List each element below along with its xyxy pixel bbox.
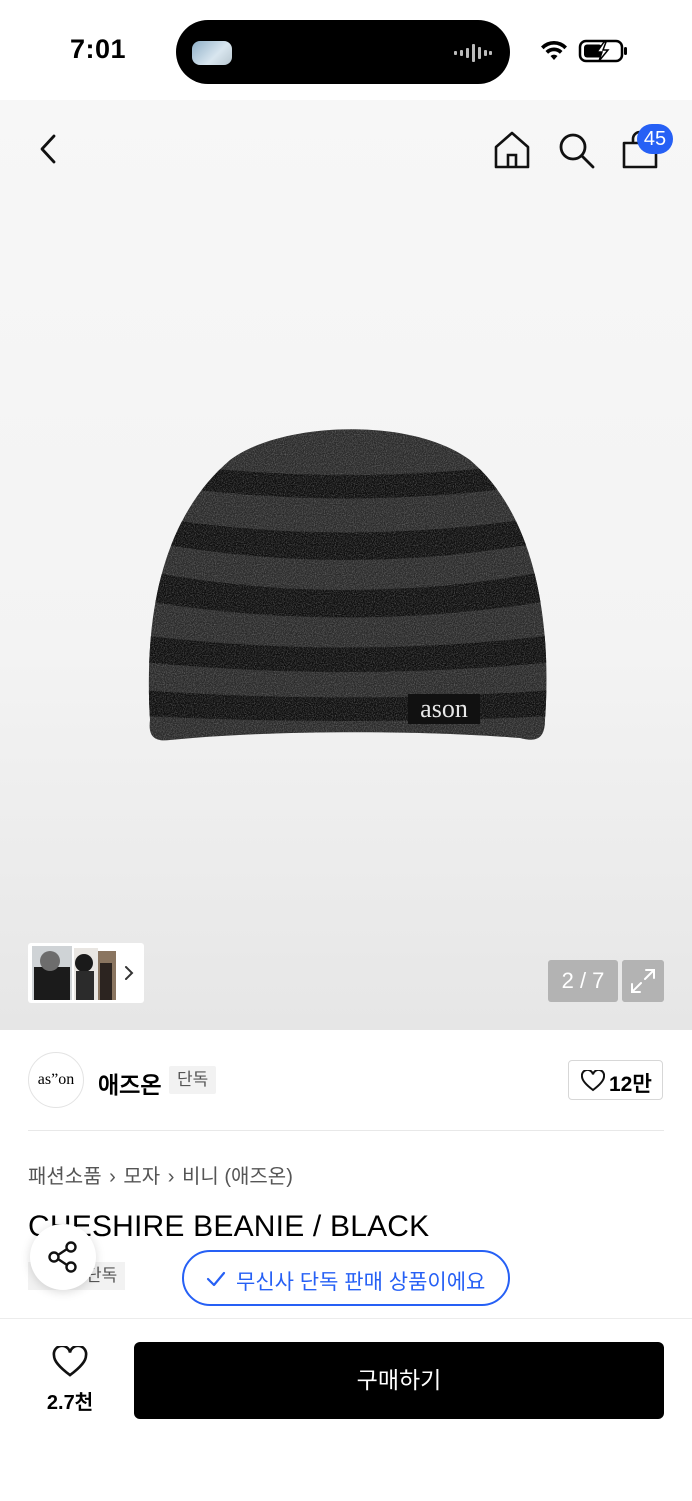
brand-name[interactable]: 애즈온 xyxy=(98,1066,161,1100)
search-icon[interactable] xyxy=(556,130,596,170)
breadcrumb: 패션소품 › 모자 › 비니 (애즈온) xyxy=(28,1160,295,1189)
thumbnail-strip xyxy=(32,946,134,1000)
image-counter: 2 / 7 xyxy=(548,960,618,1002)
brand-logo[interactable]: as”on xyxy=(28,1052,84,1108)
share-button[interactable] xyxy=(30,1224,96,1290)
breadcrumb-item[interactable]: 패션소품 xyxy=(28,1166,102,1188)
breadcrumb-item[interactable]: 모자 xyxy=(123,1166,160,1188)
dynamic-island xyxy=(176,20,510,84)
wishlist-count: 2.7천 xyxy=(46,1392,94,1414)
breadcrumb-item[interactable]: 비니 (애즈온) xyxy=(182,1166,293,1188)
status-bar: 7:01 xyxy=(0,0,692,100)
buy-button[interactable]: 구매하기 xyxy=(134,1342,664,1419)
cart-count-badge: 45 xyxy=(637,124,673,154)
brand-like-button[interactable]: 12만 xyxy=(568,1060,663,1100)
wishlist-button[interactable]: 2.7천 xyxy=(40,1346,100,1416)
exclusive-notice-text: 무신사 단독 판매 상품이에요 xyxy=(236,1271,486,1294)
product-gallery[interactable]: ason 2 / 7 xyxy=(0,100,692,1030)
wifi-icon xyxy=(541,40,567,60)
chevron-left-icon[interactable] xyxy=(34,134,64,164)
live-activity-thumbnail xyxy=(192,41,232,65)
audio-waveform-icon xyxy=(454,44,492,62)
share-icon xyxy=(48,1241,77,1273)
divider xyxy=(28,1130,664,1131)
heart-icon xyxy=(581,1070,605,1092)
product-label-text: ason xyxy=(420,694,468,723)
chevron-right-icon: › xyxy=(167,1166,180,1188)
brand-like-count: 12만 xyxy=(609,1073,652,1096)
check-icon xyxy=(206,1271,226,1287)
exclusive-notice-pill[interactable]: 무신사 단독 판매 상품이에요 xyxy=(182,1250,510,1306)
chevron-right-icon: › xyxy=(109,1166,122,1188)
system-status-icons xyxy=(541,39,627,63)
battery-charging-icon xyxy=(578,39,627,63)
home-icon[interactable] xyxy=(492,130,532,170)
heart-icon xyxy=(52,1346,88,1377)
expand-icon[interactable] xyxy=(622,960,664,1002)
product-image[interactable]: ason xyxy=(140,420,554,750)
status-time: 7:01 xyxy=(70,34,127,64)
brand-exclusive-badge: 단독 xyxy=(169,1066,217,1094)
styling-thumbnails[interactable] xyxy=(28,943,144,1003)
